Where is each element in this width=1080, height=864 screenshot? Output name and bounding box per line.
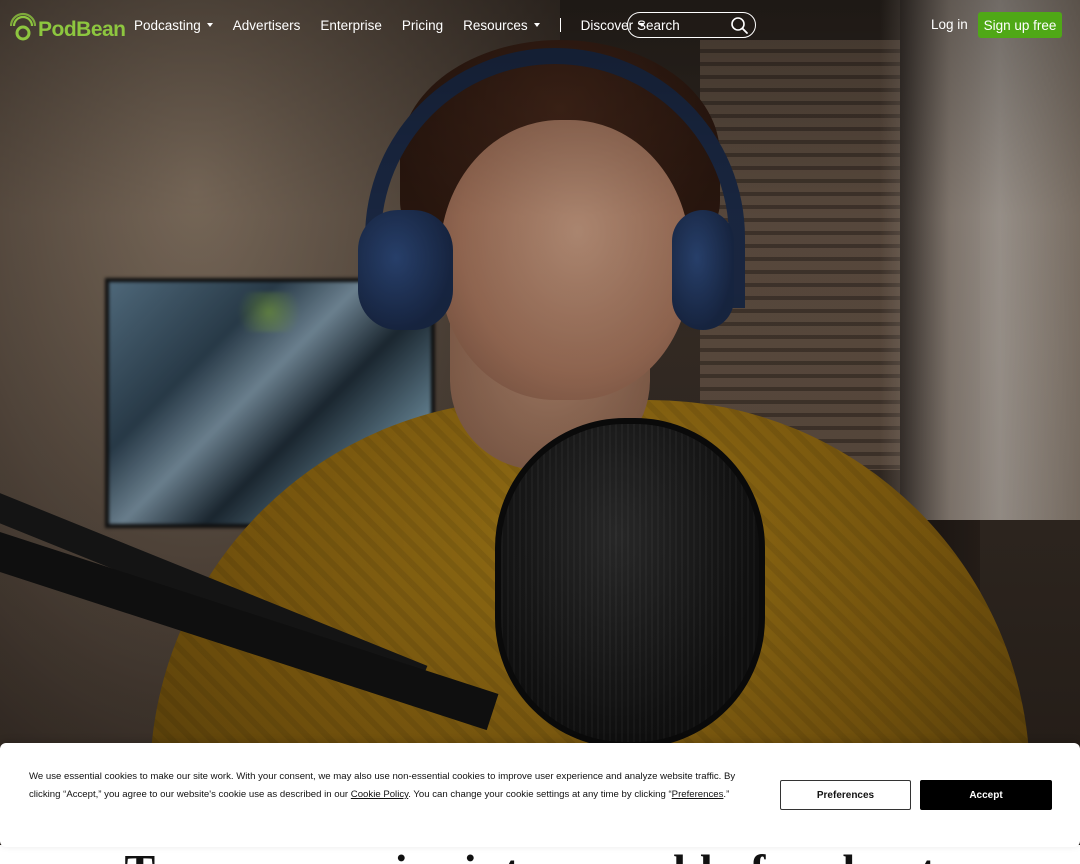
podbean-logo-icon (10, 12, 36, 42)
cookie-policy-link[interactable]: Cookie Policy (351, 789, 408, 800)
logo-text: PodBean (38, 18, 126, 41)
search-input[interactable] (637, 17, 727, 33)
cookie-message: We use essential cookies to make our sit… (29, 768, 769, 804)
preferences-button[interactable]: Preferences (780, 780, 911, 810)
nav-divider (559, 18, 561, 32)
top-navigation: PodBean Podcasting Advertisers Enterpris… (0, 0, 1080, 50)
nav-advertisers[interactable]: Advertisers (233, 18, 301, 33)
cookie-text-3: .” (723, 789, 730, 800)
search-icon[interactable] (730, 16, 749, 40)
accept-button[interactable]: Accept (920, 780, 1052, 810)
hero-headline: Turn your voice into a world of podcasts (0, 845, 1080, 864)
nav-podcasting[interactable]: Podcasting (134, 18, 213, 33)
chevron-down-icon (206, 23, 213, 27)
login-link[interactable]: Log in (931, 17, 968, 32)
nav-enterprise-label: Enterprise (320, 17, 382, 33)
signup-button[interactable]: Sign up free (978, 12, 1062, 38)
hero-headline-area: Turn your voice into a world of podcasts (0, 845, 1080, 864)
nav-discover-label: Discover (580, 17, 634, 33)
preferences-link[interactable]: Preferences (672, 789, 724, 800)
nav-pricing[interactable]: Pricing (402, 18, 443, 33)
main-nav: Podcasting Advertisers Enterprise Pricin… (134, 0, 665, 50)
nav-pricing-label: Pricing (401, 17, 444, 33)
hero-image (0, 0, 1080, 864)
nav-enterprise[interactable]: Enterprise (320, 18, 382, 33)
search-box (627, 12, 756, 38)
nav-advertisers-label: Advertisers (232, 17, 301, 33)
cookie-banner: We use essential cookies to make our sit… (0, 743, 1080, 847)
nav-resources[interactable]: Resources (463, 18, 540, 33)
chevron-down-icon (533, 23, 540, 27)
podbean-logo[interactable]: PodBean (10, 8, 126, 42)
cookie-text-2: . You can change your cookie settings at… (408, 789, 672, 800)
nav-podcasting-label: Podcasting (134, 17, 201, 33)
nav-resources-label: Resources (463, 17, 528, 33)
